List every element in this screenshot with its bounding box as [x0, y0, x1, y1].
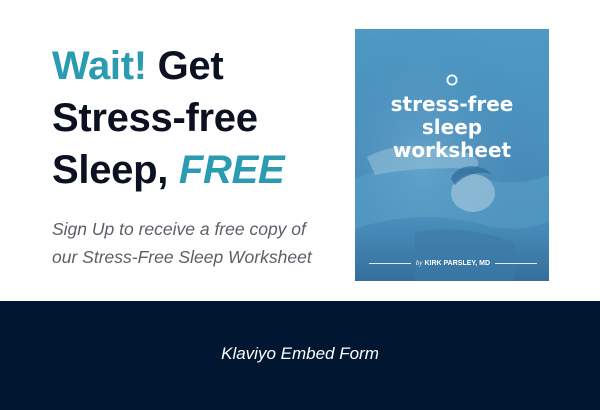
signup-description: Sign Up to receive a free copy of our St… — [52, 215, 352, 271]
signup-description-line-1: Sign Up to receive a free copy of — [52, 219, 306, 239]
headline-line-3: Sleep, FREE — [52, 144, 342, 196]
cover-title-line-2: sleep — [421, 115, 483, 139]
byline-by: by — [415, 259, 423, 267]
headline-line-1: Wait! Get — [52, 40, 342, 92]
cover-byline: by KIRK PARSLEY, MD — [355, 257, 549, 269]
worksheet-cover-image: stress-free sleep worksheet by KIRK PARS… — [355, 29, 549, 281]
headline: Wait! Get Stress-free Sleep, FREE — [52, 40, 342, 196]
popup-content: Wait! Get Stress-free Sleep, FREE Sign U… — [0, 0, 600, 301]
headline-free: FREE — [178, 148, 285, 192]
byline-rule-right — [495, 263, 537, 264]
cover-title: stress-free sleep worksheet — [355, 93, 549, 162]
signup-description-line-2: our Stress-Free Sleep Worksheet — [52, 247, 312, 267]
ring-logo-icon — [446, 74, 458, 86]
embed-form-area[interactable]: Klaviyo Embed Form — [0, 301, 600, 410]
headline-sleep: Sleep, — [52, 148, 179, 192]
byline-text: by KIRK PARSLEY, MD — [411, 257, 495, 270]
cover-title-line-1: stress-free — [390, 92, 514, 116]
headline-line-2: Stress-free — [52, 96, 258, 140]
headline-get: Get — [146, 44, 224, 88]
cover-title-line-3: worksheet — [392, 138, 512, 162]
embed-form-placeholder: Klaviyo Embed Form — [221, 344, 379, 363]
headline-wait: Wait! — [52, 44, 147, 88]
byline-rule-left — [369, 263, 411, 264]
byline-author: KIRK PARSLEY, MD — [424, 260, 491, 267]
